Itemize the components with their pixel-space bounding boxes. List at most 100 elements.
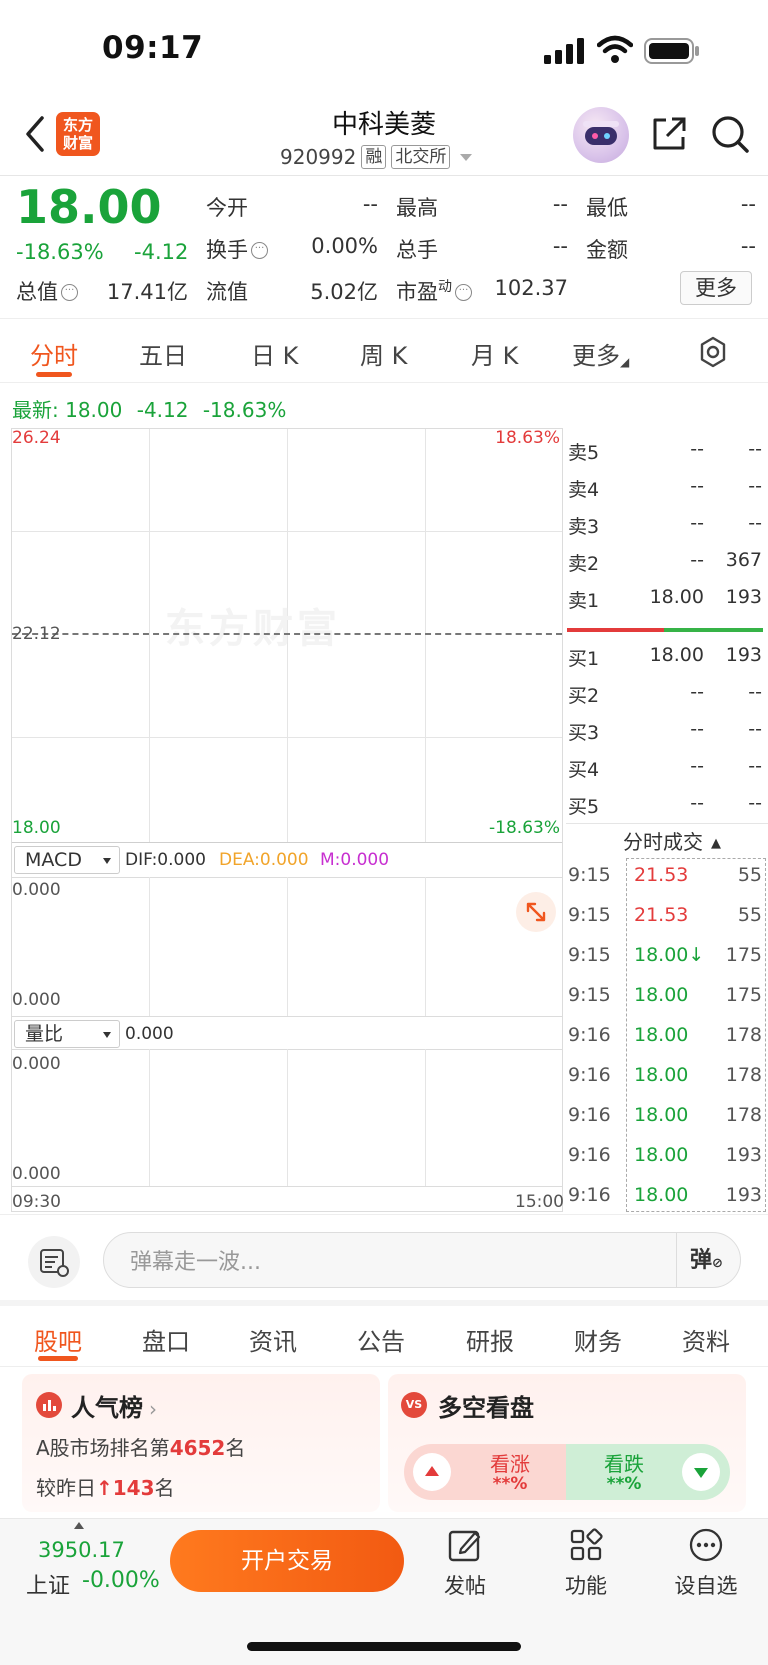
grid-line (149, 429, 150, 842)
tab-orderbook[interactable]: 盘口 (142, 1322, 190, 1357)
nav-function-label[interactable]: 功能 (554, 1570, 618, 1600)
cellular-signal-icon (544, 38, 584, 64)
trade-time: 9:16 (568, 1064, 611, 1086)
tab-announcements[interactable]: 公告 (357, 1322, 405, 1357)
trade-volume: 178 (725, 1104, 762, 1126)
trades-header-label: 分时成交 (623, 830, 703, 854)
watermark: 东方财富 (165, 606, 341, 652)
expand-icon[interactable] (516, 892, 556, 932)
popularity-title-text: 人气榜 (71, 1394, 143, 1422)
trade-volume: 55 (737, 904, 762, 926)
volume-value: -- (552, 234, 568, 258)
y-axis-top: 26.24 (12, 428, 61, 448)
home-indicator[interactable] (247, 1642, 521, 1651)
rank-number: 4652 (169, 1436, 226, 1460)
more-dots-icon[interactable] (688, 1527, 724, 1563)
market-cap-label[interactable]: 总值 ··· (16, 276, 78, 306)
tab-news[interactable]: 资讯 (249, 1322, 297, 1357)
bullish-label: 看涨 (490, 1452, 530, 1476)
trade-time: 9:15 (568, 904, 611, 926)
tab-forum[interactable]: 股吧 (34, 1322, 82, 1357)
open-account-trade-button[interactable]: 开户交易 (170, 1530, 404, 1592)
bid-2-volume: -- (748, 681, 762, 703)
bid-2-price: -- (690, 681, 704, 703)
exchange-tag: 北交所 (391, 145, 451, 169)
trade-time: 9:16 (568, 1184, 611, 1206)
info-icon[interactable]: ··· (455, 284, 472, 301)
info-icon[interactable]: ··· (251, 242, 268, 259)
bid-4-label: 买4 (568, 759, 600, 781)
tab-profile[interactable]: 资料 (682, 1322, 730, 1357)
volume-axis-bottom: 0.000 (12, 1164, 61, 1184)
barrage-toggle-button[interactable]: 弹⊘ (690, 1242, 723, 1274)
tab-intraday[interactable]: 分时 (30, 336, 78, 371)
share-icon[interactable] (650, 115, 688, 153)
index-change[interactable]: -0.00% (82, 1568, 160, 1593)
grid-line (425, 877, 426, 1016)
market-cap-label-text: 总值 (16, 280, 58, 304)
small-triangle-icon: ◢ (620, 355, 630, 369)
pe-label[interactable]: 市盈动 ··· (396, 276, 472, 306)
ask-3-volume: -- (748, 512, 762, 534)
tab-weekly-k[interactable]: 周 K (360, 336, 407, 371)
tab-research[interactable]: 研报 (466, 1322, 514, 1357)
grid-line (12, 842, 562, 843)
latest-percent: -18.63% (202, 398, 287, 422)
trade-price: 18.00↓ (634, 944, 705, 966)
header-divider (0, 175, 768, 176)
trade-time: 9:15 (568, 944, 611, 966)
more-quote-button[interactable]: 更多 (680, 271, 752, 305)
grid-line (149, 877, 150, 1016)
nav-post-label[interactable]: 发帖 (433, 1570, 497, 1600)
volume-ratio-selector[interactable]: 量比 (14, 1020, 120, 1048)
y-axis-bottom-percent: -18.63% (489, 818, 560, 838)
assistant-robot-icon[interactable] (573, 107, 629, 163)
amount-label: 金额 (586, 238, 628, 262)
ask-5-price: -- (690, 438, 704, 460)
stock-code: 920992 (280, 145, 357, 169)
ask-1-price: 18.00 (649, 586, 704, 608)
section-gap (0, 1300, 768, 1306)
trade-time: 9:16 (568, 1024, 611, 1046)
stock-code-line[interactable]: 920992 融 北交所 (280, 144, 473, 170)
arrow-up-icon: ↑ (96, 1476, 113, 1500)
macd-selector[interactable]: MACD (14, 846, 120, 874)
turnover-label-text: 换手 (206, 238, 248, 262)
x-axis-start: 09:30 (12, 1192, 61, 1212)
macd-dif: DIF:0.000 (125, 850, 206, 870)
chevron-right-icon: › (149, 1397, 157, 1421)
trades-header[interactable]: 分时成交 ▲ (623, 826, 721, 855)
index-value[interactable]: 3950.17 (38, 1538, 125, 1562)
macd-selector-label: MACD (25, 849, 82, 871)
tab-daily-k[interactable]: 日 K (251, 336, 298, 371)
search-icon[interactable] (710, 114, 750, 154)
current-price: 18.00 (16, 180, 162, 234)
trade-price: 18.00 (634, 1184, 689, 1206)
trade-price: 21.53 (634, 864, 689, 886)
edit-post-icon[interactable] (447, 1527, 483, 1563)
barrage-toggle-label: 弹 (690, 1248, 713, 1273)
y-axis-mid: 22.12 (12, 624, 61, 644)
grid-apps-icon[interactable] (568, 1527, 604, 1563)
bid-3-label: 买3 (568, 722, 600, 744)
tab-finance[interactable]: 财务 (574, 1322, 622, 1357)
tab-monthly-k[interactable]: 月 K (471, 336, 518, 371)
popularity-title[interactable]: 人气榜 › (71, 1388, 157, 1423)
change-number: 143 (112, 1476, 155, 1500)
gear-icon[interactable] (697, 336, 729, 368)
trades-rows: 9:15 21.53 55 9:15 21.53 55 9:15 18.00↓ … (566, 858, 768, 1212)
tab-five-day[interactable]: 五日 (139, 336, 187, 371)
trade-time: 9:15 (568, 984, 611, 1006)
triangle-down-icon (682, 1453, 720, 1491)
y-axis-top-percent: 18.63% (495, 428, 560, 448)
info-icon[interactable]: ··· (61, 284, 78, 301)
y-axis-bottom: 18.00 (12, 818, 61, 838)
active-tab-indicator (38, 1356, 78, 1361)
market-cap-value: 17.41亿 (106, 280, 188, 304)
tab-more[interactable]: 更多◢ (572, 336, 629, 371)
turnover-label[interactable]: 换手 ··· (206, 234, 268, 264)
change-percent: -18.63% (16, 240, 104, 264)
index-name[interactable]: 上证 (26, 1568, 70, 1600)
nav-watchlist-label[interactable]: 设自选 (668, 1570, 744, 1600)
barrage-list-icon[interactable] (28, 1236, 80, 1288)
